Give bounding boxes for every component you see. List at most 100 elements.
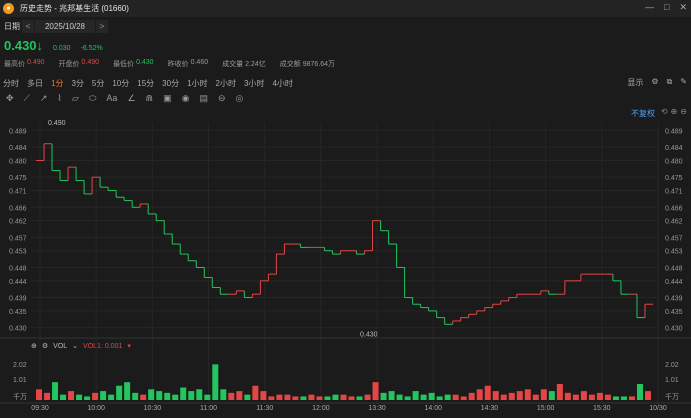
volume-bar: [396, 394, 403, 400]
volume-bar: [596, 392, 603, 400]
volume-bar: [412, 391, 419, 400]
volume-bar: [220, 389, 227, 400]
x-tick-label: 15:00: [537, 405, 555, 412]
y-tick-label-left: 0.466: [9, 205, 27, 212]
y-tick-label-left: 0.430: [9, 326, 27, 333]
y-tick-label-right: 0.489: [665, 128, 683, 135]
y-tick-label-left: 0.489: [9, 128, 27, 135]
volume-bar: [420, 394, 427, 400]
volume-bar: [164, 392, 171, 400]
x-tick-label: 11:00: [200, 405, 217, 412]
y-tick-label-right: 0.480: [665, 158, 683, 165]
x-tick-label: 10:00: [87, 405, 105, 412]
y-tick-label-left: 0.457: [9, 235, 27, 242]
x-tick-label: 10:30: [144, 405, 162, 412]
y-tick-label-right: 0.484: [665, 145, 683, 152]
volume-bar: [332, 394, 339, 400]
y-tick-label-left: 0.448: [9, 265, 27, 272]
volume-bar: [324, 396, 331, 400]
volume-bar: [484, 385, 491, 400]
volume-bar: [52, 382, 59, 400]
y-tick-label-left: 0.453: [9, 249, 27, 256]
volume-bar: [108, 394, 115, 400]
volume-bar: [124, 382, 131, 400]
volume-bar: [252, 385, 259, 400]
volume-bar: [188, 391, 195, 400]
y-tick-label-right: 0.448: [665, 265, 683, 272]
y-tick-label-right: 0.457: [665, 235, 683, 242]
volume-bar: [548, 391, 555, 400]
volume-bar: [612, 396, 619, 400]
volume-bar: [636, 383, 643, 400]
volume-bar: [588, 394, 595, 400]
volume-bar: [60, 394, 67, 400]
volume-bar: [132, 392, 139, 400]
volume-bar: [460, 396, 467, 400]
volume-bar: [556, 383, 563, 400]
volume-bar: [508, 392, 515, 400]
volume-bar: [532, 394, 539, 400]
volume-bar: [172, 394, 179, 400]
volume-bar: [204, 394, 211, 400]
volume-bar: [116, 385, 123, 400]
volume-bar: [604, 394, 611, 400]
volume-bar: [644, 391, 651, 400]
volume-bar: [284, 394, 291, 400]
volume-bar: [276, 394, 283, 400]
volume-bar: [76, 394, 83, 400]
volume-bar: [356, 396, 363, 400]
volume-bar: [516, 391, 523, 400]
volume-bar: [436, 396, 443, 400]
y-tick-label-left: 0.484: [9, 145, 27, 152]
volume-bar: [244, 394, 251, 400]
volume-bar: [140, 394, 147, 400]
volume-bar: [572, 394, 579, 400]
volume-bar: [100, 391, 107, 400]
x-tick-label: 15:30: [593, 405, 611, 412]
volume-bar: [524, 389, 531, 400]
x-tick-label: 11:30: [256, 405, 273, 412]
volume-bar: [428, 392, 435, 400]
volume-bar: [292, 396, 299, 400]
y-tick-label-right: 0.439: [665, 296, 683, 303]
x-tick-label: 12:00: [312, 405, 330, 412]
x-tick-label: 09:30: [31, 405, 49, 412]
volume-bar: [300, 396, 307, 400]
y-tick-label-right: 0.453: [665, 249, 683, 256]
x-tick-label: 13:30: [368, 405, 386, 412]
volume-bar: [260, 391, 267, 400]
volume-bar: [468, 392, 475, 400]
volume-bar: [68, 391, 75, 400]
y-tick-label-right: 0.430: [665, 326, 683, 333]
x-tick-label: 14:00: [425, 405, 443, 412]
volume-bar: [380, 392, 387, 400]
volume-bar: [492, 391, 499, 400]
volume-bar: [564, 392, 571, 400]
volume-bar: [308, 394, 315, 400]
volume-bar: [340, 394, 347, 400]
y-tick-label-right: 0.475: [665, 175, 683, 182]
volume-bar: [84, 396, 91, 400]
volume-bar: [452, 394, 459, 400]
price-chart[interactable]: 0.489 0.489 0.484 0.484 0.480 0.480 0.475 0.475…: [0, 0, 691, 418]
volume-bar: [404, 396, 411, 400]
volume-bar: [212, 364, 219, 400]
y-tick-label-right: 0.435: [665, 309, 683, 316]
volume-bar: [236, 391, 243, 400]
y-tick-label-right: 0.444: [665, 279, 683, 286]
y-tick-label-left: 0.480: [9, 158, 27, 165]
y-tick-label-right: 0.466: [665, 205, 683, 212]
volume-bar: [348, 396, 355, 400]
volume-bar: [196, 389, 203, 400]
y-tick-label-left: 0.475: [9, 175, 27, 182]
x-tick-label: 10/30: [649, 405, 667, 412]
y-tick-label-right: 0.471: [665, 189, 683, 196]
volume-bar: [620, 396, 627, 400]
price-annotation: 0.490: [48, 120, 66, 127]
volume-bar: [444, 394, 451, 400]
y-tick-label-left: 0.462: [9, 219, 27, 226]
volume-bar: [364, 394, 371, 400]
volume-bar: [628, 396, 635, 400]
volume-bar: [36, 389, 43, 400]
y-tick-label-left: 0.435: [9, 309, 27, 316]
